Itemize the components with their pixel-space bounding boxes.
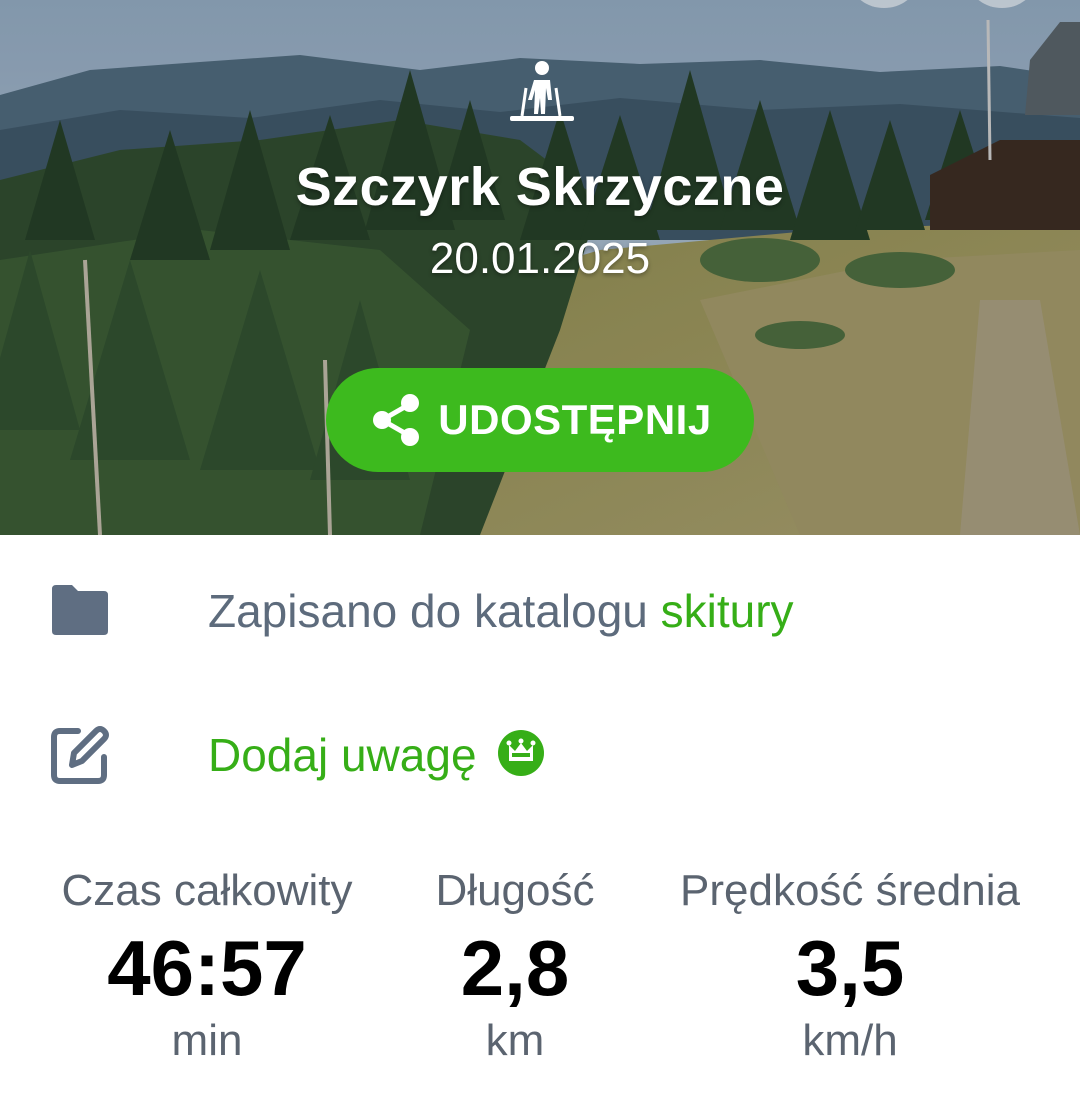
stat-value: 46:57 <box>107 924 307 1012</box>
stat-unit: km/h <box>802 1016 898 1065</box>
add-note-row[interactable]: Dodaj uwagę <box>0 710 1080 800</box>
nordic-walking-icon <box>510 61 574 121</box>
share-button[interactable]: UDOSTĘPNIJ <box>326 368 754 472</box>
stat-label: Długość <box>435 866 595 915</box>
route-title: Szczyrk Skrzyczne <box>295 157 785 217</box>
hero-header: Szczyrk Skrzyczne 20.01.2025 UDOSTĘPNIJ <box>0 0 1080 535</box>
premium-crown-icon <box>497 730 544 776</box>
stat-unit: min <box>171 1016 243 1065</box>
stat-unit: km <box>485 1016 545 1065</box>
saved-folder-label: Zapisano do katalogu <box>208 585 648 637</box>
stat-average-speed: Prędkość średnia 3,5 km/h <box>650 866 1050 1066</box>
route-date: 20.01.2025 <box>429 234 651 283</box>
add-note-text: Dodaj uwagę <box>208 728 545 782</box>
stat-value: 3,5 <box>795 924 905 1012</box>
stat-value: 2,8 <box>460 924 570 1012</box>
saved-folder-row[interactable]: Zapisano do katalogu skitury <box>0 566 1080 656</box>
share-icon <box>373 394 420 446</box>
share-button-label: UDOSTĘPNIJ <box>438 396 712 443</box>
add-note-label: Dodaj uwagę <box>208 729 477 781</box>
edit-icon <box>51 726 109 784</box>
folder-icon <box>52 585 108 635</box>
catalog-link[interactable]: skitury <box>661 585 794 637</box>
stat-label: Czas całkowity <box>61 866 353 915</box>
stat-total-time: Czas całkowity 46:57 min <box>32 866 382 1066</box>
saved-folder-text: Zapisano do katalogu skitury <box>208 584 794 638</box>
stat-label: Prędkość średnia <box>680 866 1020 915</box>
stat-length: Długość 2,8 km <box>400 866 630 1066</box>
